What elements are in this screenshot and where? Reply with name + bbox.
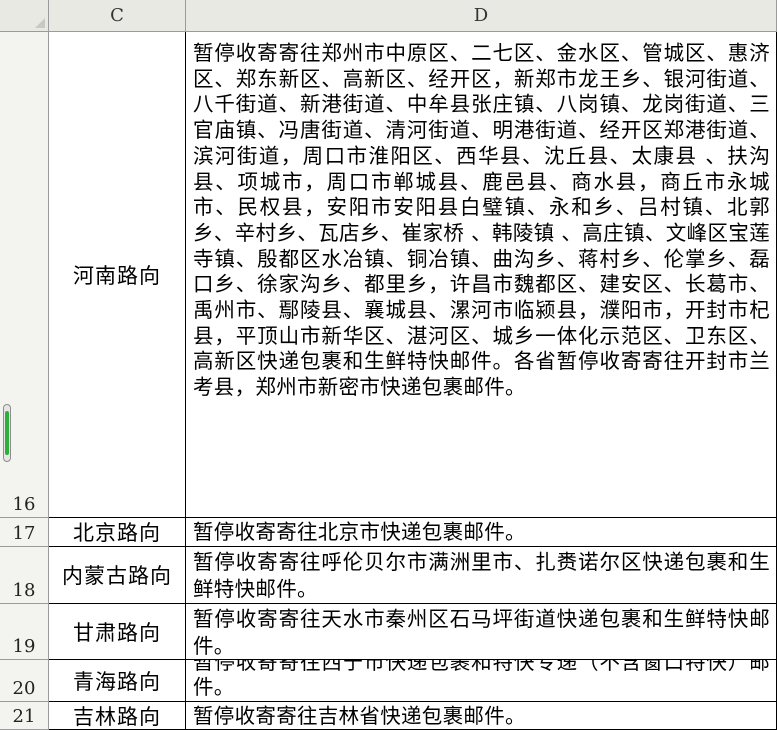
row-header-20[interactable]: 20: [0, 660, 49, 702]
route-cell[interactable]: 青海路向: [49, 660, 186, 702]
note-cell[interactable]: 暂停收寄寄往郑州市中原区、二七区、金水区、管城区、惠济区、郑东新区、高新区、经开…: [186, 32, 777, 518]
row-header-18[interactable]: 18: [0, 547, 49, 604]
scroll-handle[interactable]: [3, 404, 11, 462]
row-header-17[interactable]: 17: [0, 518, 49, 547]
note-cell[interactable]: 暂停收寄寄往吉林省快递包裹邮件。: [186, 702, 777, 730]
column-header-d[interactable]: D: [186, 0, 777, 32]
spreadsheet: C D 16 河南路向 暂停收寄寄往郑州市中原区、二七区、金水区、管城区、惠济区…: [0, 0, 777, 730]
route-cell[interactable]: 甘肃路向: [49, 604, 186, 660]
note-cell[interactable]: 暂停收寄寄往北京市快递包裹邮件。: [186, 518, 777, 547]
column-header-c[interactable]: C: [49, 0, 186, 32]
row-header-19[interactable]: 19: [0, 604, 49, 660]
route-cell[interactable]: 吉林路向: [49, 702, 186, 730]
note-cell[interactable]: 暂停收寄寄往呼伦贝尔市满洲里市、扎赉诺尔区快递包裹和生鲜特快邮件。: [186, 547, 777, 604]
row-header-21[interactable]: 21: [0, 702, 49, 730]
route-cell[interactable]: 北京路向: [49, 518, 186, 547]
note-cell[interactable]: 暂停收寄寄往西宁市快递包裹和特快专递（不含窗口特快）邮件。: [186, 660, 777, 702]
route-cell[interactable]: 内蒙古路向: [49, 547, 186, 604]
note-text: 暂停收寄寄往西宁市快递包裹和特快专递（不含窗口特快）邮件。: [193, 660, 770, 699]
select-all-corner[interactable]: [0, 0, 49, 32]
note-cell[interactable]: 暂停收寄寄往天水市秦州区石马坪街道快递包裹和生鲜特快邮件。: [186, 604, 777, 660]
route-cell[interactable]: 河南路向: [49, 32, 186, 518]
